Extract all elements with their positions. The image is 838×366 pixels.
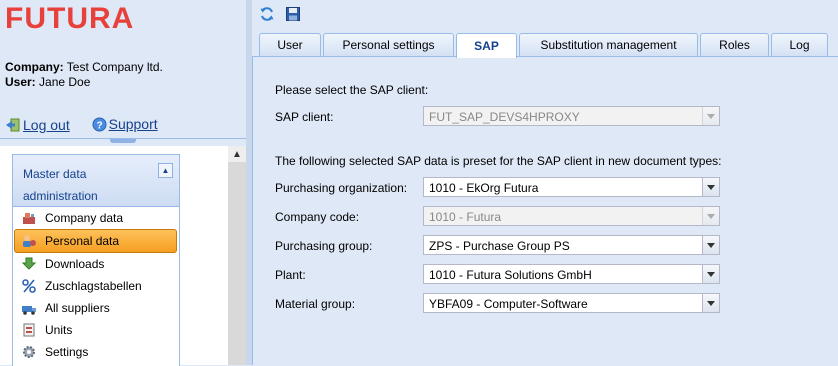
company-icon — [21, 210, 37, 226]
splitter-knob[interactable] — [110, 139, 136, 143]
nav-item-personal-data[interactable]: Personal data — [14, 229, 177, 253]
preset-text: The following selected SAP data is prese… — [275, 154, 722, 168]
nav-item-label: Settings — [45, 345, 89, 359]
purchasing-group-select[interactable]: ZPS - Purchase Group PS — [423, 235, 720, 255]
nav-item-label: Company data — [45, 211, 124, 225]
logout-link-text[interactable]: Log out — [23, 117, 70, 133]
tab-roles[interactable]: Roles — [700, 33, 769, 56]
purchasing-group-value: ZPS - Purchase Group PS — [429, 239, 570, 253]
user-value: Jane Doe — [39, 75, 91, 89]
tab-substitution-management[interactable]: Substitution management — [519, 33, 698, 56]
tab-user[interactable]: User — [259, 33, 321, 56]
download-icon — [21, 256, 37, 272]
material-group-select[interactable]: YBFA09 - Computer-Software — [423, 293, 720, 313]
chevron-down-icon — [702, 207, 719, 225]
plant-value: 1010 - Futura Solutions GmbH — [429, 268, 592, 282]
header-links: Log out ? Support — [5, 116, 176, 135]
tab-sap[interactable]: SAP — [456, 33, 517, 58]
purchasing-organization-value: 1010 - EkOrg Futura — [429, 181, 539, 195]
nav-item-downloads[interactable]: Downloads — [13, 253, 179, 275]
support-link-text[interactable]: Support — [109, 116, 158, 132]
chevron-down-icon[interactable] — [702, 236, 719, 254]
support-link[interactable]: ? Support — [92, 116, 158, 132]
collapse-up-icon[interactable]: ▲ — [158, 163, 173, 178]
logout-icon — [6, 118, 20, 131]
nav-item-units[interactable]: Units — [13, 319, 179, 341]
company-code-label: Company code: — [275, 210, 360, 224]
chevron-down-icon — [702, 107, 719, 125]
settings-icon — [21, 344, 37, 360]
help-icon: ? — [92, 117, 107, 131]
logout-link[interactable]: Log out — [5, 117, 70, 133]
tab-personal-settings[interactable]: Personal settings — [323, 33, 454, 56]
sap-form: Please select the SAP client: SAP client… — [252, 57, 838, 365]
chevron-down-icon[interactable] — [702, 294, 719, 312]
sap-client-intro: Please select the SAP client: — [275, 83, 429, 97]
tab-strip: User Personal settings SAP Substitution … — [252, 33, 838, 58]
save-icon[interactable] — [284, 5, 302, 23]
sap-client-select: FUT_SAP_DEVS4HPROXY — [423, 106, 720, 126]
nav-item-label: Personal data — [45, 234, 120, 248]
user-label: User: — [5, 75, 36, 89]
refresh-icon[interactable] — [258, 5, 276, 23]
scroll-up-icon[interactable]: ▲ — [228, 146, 246, 162]
chevron-down-icon[interactable] — [702, 265, 719, 283]
user-info: Company: Test Company ltd. User: Jane Do… — [5, 60, 163, 90]
nav-scrollbar[interactable]: ▲ — [228, 146, 246, 365]
logo: FUTURA — [5, 2, 135, 35]
purchasing-organization-label: Purchasing organization: — [275, 181, 408, 195]
nav-item-label: All suppliers — [45, 301, 110, 315]
purchasing-organization-select[interactable]: 1010 - EkOrg Futura — [423, 177, 720, 197]
material-group-value: YBFA09 - Computer-Software — [429, 297, 588, 311]
nav-item-label: Units — [45, 323, 73, 337]
company-code-select: 1010 - Futura — [423, 206, 720, 226]
nav-item-company-data[interactable]: Company data — [13, 207, 179, 229]
purchasing-group-label: Purchasing group: — [275, 239, 373, 253]
units-icon — [21, 322, 37, 338]
company-value: Test Company ltd. — [66, 60, 163, 74]
suppliers-icon — [21, 300, 37, 316]
nav-item-label: Downloads — [45, 257, 105, 271]
sap-client-value: FUT_SAP_DEVS4HPROXY — [429, 110, 580, 124]
toolbar — [252, 0, 838, 28]
plant-select[interactable]: 1010 - Futura Solutions GmbH — [423, 264, 720, 284]
material-group-label: Material group: — [275, 297, 356, 311]
chevron-down-icon[interactable] — [702, 178, 719, 196]
sap-client-label: SAP client: — [275, 110, 334, 124]
main-area: User Personal settings SAP Substitution … — [246, 0, 838, 365]
nav-item-label: Zuschlagstabellen — [45, 279, 142, 293]
company-code-value: 1010 - Futura — [429, 210, 502, 224]
company-label: Company: — [5, 60, 64, 74]
panel-header[interactable]: Master data administration ▲ — [13, 155, 179, 207]
panel-title: Master data administration — [23, 167, 98, 203]
personal-icon — [21, 233, 37, 249]
plant-label: Plant: — [275, 268, 306, 282]
percent-icon — [21, 278, 37, 294]
tab-log[interactable]: Log — [771, 33, 828, 56]
nav-item-all-suppliers[interactable]: All suppliers — [13, 297, 179, 319]
left-sidebar: FUTURA Company: Test Company ltd. User: … — [0, 0, 246, 366]
nav-item-settings[interactable]: Settings — [13, 341, 179, 363]
master-data-panel: Master data administration ▲ Company dat… — [12, 154, 180, 366]
svg-text:?: ? — [96, 120, 102, 131]
nav-item-zuschlagstabellen[interactable]: Zuschlagstabellen — [13, 275, 179, 297]
